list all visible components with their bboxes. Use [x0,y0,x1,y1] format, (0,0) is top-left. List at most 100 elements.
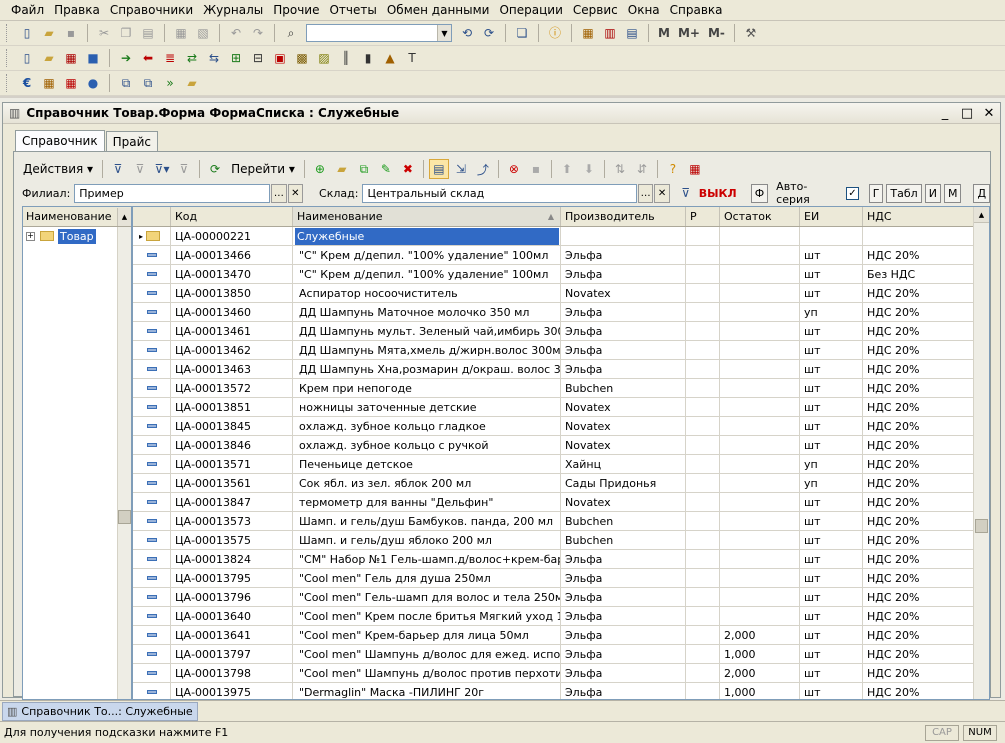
menu-reports[interactable]: Отчеты [324,3,381,17]
stack-icon[interactable]: ≣ [161,49,179,67]
actions-menu-button[interactable]: Действия ▾ [19,159,97,179]
find-prev-icon[interactable]: ⟳ [480,24,498,42]
table-row[interactable]: ЦА-00013847 термометр для ванны "Дельфин"… [133,493,989,512]
grid-scroll-thumb[interactable] [975,519,988,533]
filter-toggle-icon[interactable]: ⊽ [676,183,696,203]
branch-clear-button[interactable]: ✕ [287,183,304,203]
copy-item-icon[interactable]: ⧉ [354,159,374,179]
tools-icon[interactable]: ⚒ [742,24,760,42]
tree-item[interactable]: + Товар [23,227,131,245]
memory-button[interactable]: M [658,26,670,40]
move-up-icon[interactable]: ⬆ [557,159,577,179]
save-icon[interactable]: ▪ [62,24,80,42]
transfer-icon[interactable]: ⇆ [205,49,223,67]
chevron-down-icon[interactable]: ▼ [437,25,451,41]
info-icon[interactable]: ⓘ [546,24,564,42]
sort-desc-icon[interactable]: ⇵ [632,159,652,179]
text-doc-icon[interactable]: T [403,49,421,67]
menu-catalogs[interactable]: Справочники [105,3,198,17]
column-header-stock[interactable]: Остаток [720,207,800,226]
close-icon[interactable]: ✕ [978,106,1000,121]
plus-doc-icon[interactable]: ⊞ [227,49,245,67]
table-row[interactable]: ЦА-00013845 охлажд. зубное кольцо гладкое… [133,417,989,436]
table-row[interactable]: ЦА-00013795 "Cool men" Гель для душа 250м… [133,569,989,588]
table-row[interactable]: ЦА-00013641 "Cool men" Крем-барьер для ли… [133,626,989,645]
column-header-r[interactable]: Р [686,207,720,226]
menu-help[interactable]: Справка [665,3,728,17]
windows-icon[interactable]: ❏ [513,24,531,42]
warehouse-clear-button[interactable]: ✕ [654,183,670,203]
table-row[interactable]: ЦА-00013850 Аспиратор носоочиститель Novat… [133,284,989,303]
find-next-icon[interactable]: ⟲ [458,24,476,42]
catalog-icon[interactable]: ▰ [40,49,58,67]
delete-icon[interactable]: ⊗ [504,159,524,179]
arrow-left-icon[interactable]: ⬅ [139,49,157,67]
toolbar-grip[interactable] [6,74,10,92]
table-row[interactable]: ЦА-00013851 ножницы заточенные детские Nov… [133,398,989,417]
table-row[interactable]: ЦА-00013462 ДД Шампунь Мята,хмель д/жирн.… [133,341,989,360]
open-folder-icon[interactable]: ▰ [40,24,58,42]
warehouse-select-button[interactable]: … [637,183,654,203]
currency-icon[interactable]: € [18,74,36,92]
column-header-unit[interactable]: ЕИ [800,207,863,226]
scroll-up-icon[interactable]: ▲ [117,207,131,226]
package-icon[interactable]: ▰ [183,74,201,92]
table-row[interactable]: ЦА-00013461 ДД Шампунь мульт. Зеленый чай… [133,322,989,341]
redo-icon[interactable]: ↷ [249,24,267,42]
m-button[interactable]: М [943,183,962,203]
sort-asc-icon[interactable]: ⇅ [610,159,630,179]
scroll-up-icon[interactable]: ▲ [974,207,989,223]
table-button[interactable]: Табл [886,183,922,203]
table-icon[interactable]: ▦ [62,49,80,67]
shopping-icon[interactable]: ▦ [40,74,58,92]
menu-other[interactable]: Прочие [268,3,324,17]
column-header-code[interactable]: Код [171,207,293,226]
column-header-vat[interactable]: НДС [863,207,975,226]
print-icon[interactable]: ▦ [172,24,190,42]
taskbar-window-button[interactable]: ▥ Справочник То...: Служебные [2,701,198,721]
copy-docs-icon[interactable]: ⧉ [139,74,157,92]
table-row[interactable]: ЦА-00013460 ДД Шампунь Маточное молочко 3… [133,303,989,322]
add-group-icon[interactable]: ▰ [332,159,352,179]
warehouse-field[interactable]: Центральный склад [362,183,637,203]
level-up-icon[interactable]: ⤴ [473,159,493,179]
barcode-icon[interactable]: ║ [337,49,355,67]
column-header-name[interactable]: Наименование ▲ [293,207,561,226]
branch-field[interactable]: Пример [74,183,271,203]
table-row[interactable]: ЦА-00013798 "Cool men" Шампунь д/волос пр… [133,664,989,683]
d-button[interactable]: Д [973,183,991,203]
search-icon[interactable]: ⌕ [282,24,300,42]
auto-series-checkbox[interactable]: ✓ [846,186,859,200]
tab-catalog[interactable]: Справочник [15,130,105,151]
arrow-right-icon[interactable]: ➔ [117,49,135,67]
edit-icon[interactable]: ✎ [376,159,396,179]
menu-journals[interactable]: Журналы [198,3,268,17]
cut-icon[interactable]: ✂ [95,24,113,42]
calendar-icon[interactable]: ▥ [601,24,619,42]
icon-column-header[interactable] [133,207,171,226]
move-down-icon[interactable]: ⬇ [579,159,599,179]
filter-history-icon[interactable]: ⊽▾ [152,159,172,179]
menu-file[interactable]: Файл [6,3,49,17]
g-button[interactable]: Г [868,183,884,203]
paste-icon[interactable]: ▤ [139,24,157,42]
warehouse-icon[interactable]: ▨ [315,49,333,67]
table-row[interactable]: ЦА-00013470 "С" Крем д/депил. "100% удале… [133,265,989,284]
tree-header[interactable]: Наименование ▲ [23,207,131,227]
goto-menu-button[interactable]: Перейти ▾ [227,159,299,179]
table-row[interactable]: ЦА-00013575 Шамп. и гель/душ яблоко 200 м… [133,531,989,550]
menu-service[interactable]: Сервис [568,3,623,17]
table-row[interactable]: ЦА-00013824 "СМ" Набор №1 Гель-шамп.д/вол… [133,550,989,569]
group-row[interactable]: ▸ ЦА-00000221 Служебные [133,227,989,246]
mark-delete-icon[interactable]: ✖ [398,159,418,179]
table-row[interactable]: ЦА-00013561 Сок ябл. из зел. яблок 200 мл… [133,474,989,493]
minus-doc-icon[interactable]: ⊟ [249,49,267,67]
table-row[interactable]: ЦА-00013797 "Cool men" Шампунь д/волос дл… [133,645,989,664]
menu-edit[interactable]: Правка [49,3,105,17]
line-chart-icon[interactable]: ▲ [381,49,399,67]
minimize-icon[interactable]: _ [934,106,956,121]
calculator-icon[interactable]: ▦ [579,24,597,42]
hierarchy-view-icon[interactable]: ▤ [428,159,449,179]
new-icon[interactable]: ▯ [18,49,36,67]
branch-select-button[interactable]: … [271,183,287,203]
